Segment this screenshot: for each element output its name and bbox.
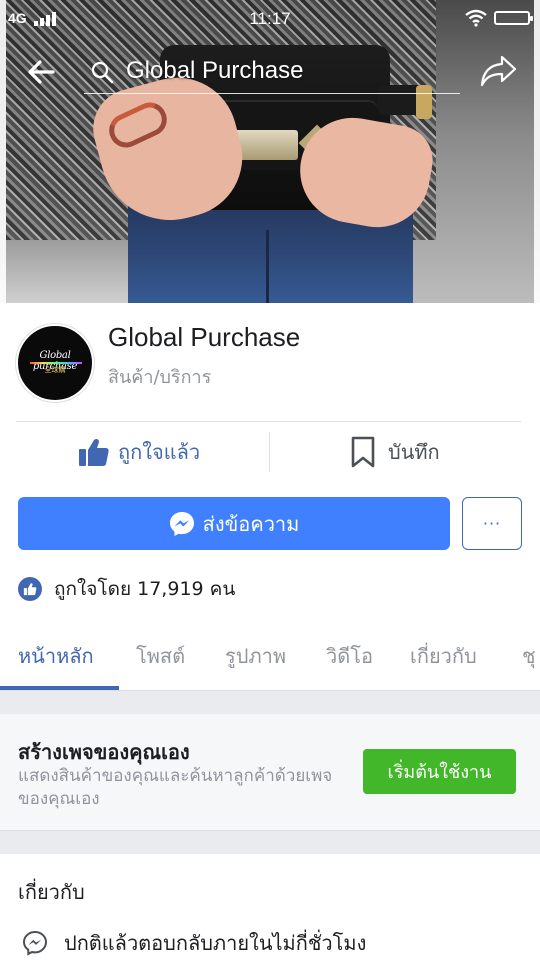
bookmark-icon (351, 436, 375, 468)
get-started-button[interactable]: เริ่มต้นใช้งาน (363, 749, 516, 794)
clock: 11:17 (249, 9, 291, 28)
more-options-button[interactable]: ··· (462, 497, 522, 550)
create-page-description: แสดงสินค้าของคุณและค้นหาลูกค้าด้วยเพจของ… (18, 766, 333, 809)
share-icon[interactable] (480, 54, 518, 88)
response-time-row: ปกติแล้วตอบกลับภายในไม่กี่ชั่วโมง (22, 928, 366, 958)
tab-posts[interactable]: โพสต์ (136, 640, 185, 672)
send-message-button[interactable]: ส่งข้อความ (18, 497, 450, 550)
tab-community[interactable]: ชุ (522, 640, 536, 672)
messenger-icon (22, 930, 48, 956)
search-icon (91, 61, 114, 84)
divider (269, 432, 270, 472)
messenger-icon (169, 511, 194, 536)
create-page-title: สร้างเพจของคุณเอง (18, 740, 190, 764)
battery-icon (494, 11, 533, 25)
thumbs-up-icon (79, 438, 109, 466)
like-badge-icon (18, 577, 42, 601)
top-nav: Global Purchase (0, 44, 540, 100)
send-message-label: ส่งข้อความ (202, 511, 300, 536)
search-text: Global Purchase (126, 57, 304, 84)
divider (16, 421, 521, 422)
page-category[interactable]: สินค้า/บริการ (108, 362, 211, 391)
about-section-title: เกี่ยวกับ (18, 880, 85, 904)
tab-videos[interactable]: วิดีโอ (326, 640, 373, 672)
avatar-logo-subtext: 全球購 (44, 366, 66, 374)
tab-home[interactable]: หน้าหลัก (18, 640, 94, 672)
liked-button[interactable]: ถูกใจแล้ว (78, 434, 218, 470)
save-label: บันทึก (388, 440, 440, 464)
section-separator (0, 830, 540, 854)
avatar[interactable]: Global purchase 全球購 (16, 324, 94, 402)
save-button[interactable]: บันทึก (350, 434, 490, 470)
page-title: Global Purchase (108, 322, 301, 352)
avatar-logo-stripe (30, 362, 82, 364)
likes-count-text: ถูกใจโดย 17,919 คน (54, 578, 236, 600)
back-arrow-icon[interactable] (26, 58, 56, 86)
response-time-text: ปกติแล้วตอบกลับภายในไม่กี่ชั่วโมง (64, 931, 367, 955)
tab-about[interactable]: เกี่ยวกับ (410, 640, 477, 672)
wifi-icon (465, 9, 487, 27)
section-separator (0, 690, 540, 714)
search-bar[interactable]: Global Purchase (84, 54, 460, 94)
status-bar: 4G 11:17 (0, 0, 540, 36)
tab-photos[interactable]: รูปภาพ (225, 640, 286, 672)
likes-count-row[interactable]: ถูกใจโดย 17,919 คน (18, 574, 235, 604)
more-icon: ··· (482, 514, 502, 533)
cover-jeans-seam (266, 230, 269, 303)
liked-label: ถูกใจแล้ว (118, 440, 201, 464)
